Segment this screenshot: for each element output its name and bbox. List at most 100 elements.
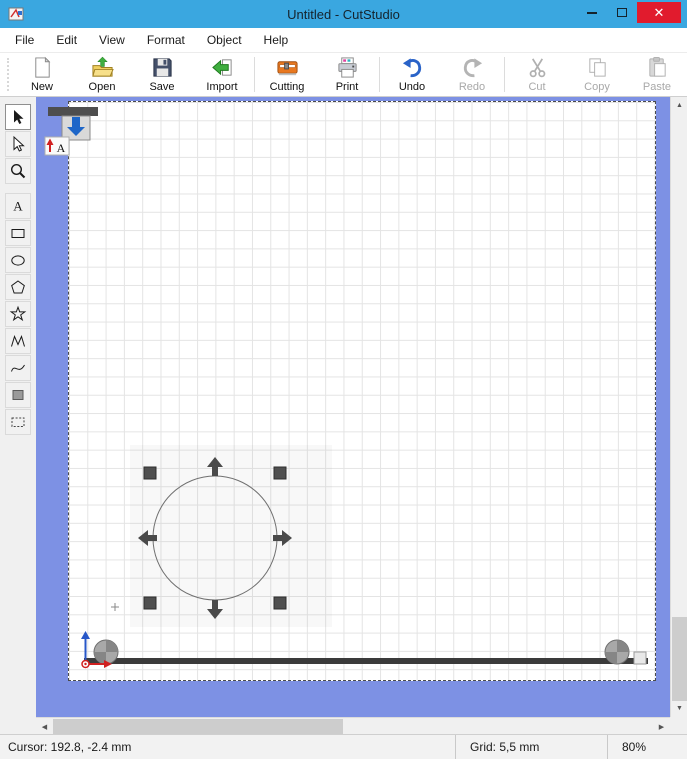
- edit-points-tool[interactable]: [5, 131, 31, 157]
- polyline-icon: [11, 335, 25, 347]
- open-button[interactable]: Open: [72, 53, 132, 96]
- grid-size-status: Grid: 5,5 mm: [455, 735, 607, 759]
- scroll-left-icon: ◀: [41, 723, 48, 731]
- copy-button-label: Copy: [584, 81, 610, 93]
- pinch-roller-left: [93, 639, 119, 665]
- selection-handle-top-left[interactable]: [143, 466, 157, 480]
- new-button[interactable]: New: [12, 53, 72, 96]
- cutting-button[interactable]: Cutting: [257, 53, 317, 96]
- scroll-down-button[interactable]: ▼: [671, 700, 687, 717]
- scroll-right-icon: ▶: [658, 723, 665, 731]
- menu-object[interactable]: Object: [196, 29, 253, 51]
- selected-circle-object[interactable]: [152, 475, 278, 601]
- cut-button-label: Cut: [528, 81, 546, 93]
- minimize-button[interactable]: [577, 2, 607, 23]
- open-folder-icon: [91, 56, 114, 77]
- origin-y-arrow-icon: [81, 631, 90, 639]
- tool-palette: A: [0, 97, 36, 734]
- save-button-label: Save: [149, 81, 175, 93]
- menu-file[interactable]: File: [4, 29, 45, 51]
- media-edge-bar: [84, 658, 648, 664]
- selection-handle-bottom-right[interactable]: [273, 596, 287, 610]
- toolbar-separator: [504, 57, 505, 92]
- selection-handle-left-arrow[interactable]: [138, 530, 157, 546]
- undo-button[interactable]: Undo: [382, 53, 442, 96]
- canvas-overlay: A: [44, 107, 648, 669]
- ellipse-tool[interactable]: [5, 247, 31, 273]
- canvas-area[interactable]: A: [36, 97, 670, 717]
- menu-edit[interactable]: Edit: [45, 29, 88, 51]
- load-marker-letter: A: [57, 141, 66, 155]
- open-button-label: Open: [88, 81, 116, 93]
- titlebar: Untitled - CutStudio ✕: [0, 0, 687, 28]
- save-button[interactable]: Save: [132, 53, 192, 96]
- star-icon: [9, 305, 27, 322]
- menu-view[interactable]: View: [88, 29, 136, 51]
- star-tool[interactable]: [5, 301, 31, 327]
- selection-handle-right-arrow[interactable]: [273, 530, 292, 546]
- window-controls: ✕: [577, 2, 681, 23]
- minimize-icon: [587, 11, 597, 14]
- magnifier-icon: [10, 163, 26, 179]
- selection-handle-top-arrow[interactable]: [207, 457, 223, 476]
- vertical-scrollbar-thumb[interactable]: [672, 617, 687, 701]
- paste-button[interactable]: Paste: [627, 53, 687, 96]
- selection-handle-bottom-left[interactable]: [143, 596, 157, 610]
- image-tool-icon: [12, 390, 24, 400]
- close-button[interactable]: ✕: [637, 2, 681, 23]
- media-edge-cap: [633, 651, 647, 665]
- import-icon: [211, 59, 232, 76]
- scroll-right-button[interactable]: ▶: [653, 718, 670, 735]
- load-direction-indicator: A: [44, 107, 98, 156]
- paste-clipboard-icon: [648, 56, 666, 77]
- rectangle-tool[interactable]: [5, 220, 31, 246]
- cutting-machine-icon: [276, 61, 298, 76]
- statusbar: Cursor: 192.8, -2.4 mm Grid: 5,5 mm 80%: [0, 734, 687, 759]
- pinch-roller-right: [604, 639, 630, 665]
- cursor-position-status: Cursor: 192.8, -2.4 mm: [8, 740, 132, 754]
- menubar: File Edit View Format Object Help: [0, 28, 687, 53]
- select-arrow-icon: [14, 110, 24, 124]
- toolbar-separator: [254, 57, 255, 92]
- image-tool[interactable]: [5, 382, 31, 408]
- save-floppy-icon: [152, 58, 172, 77]
- edit-points-arrow-icon: [13, 135, 25, 152]
- curve-tool[interactable]: [5, 355, 31, 381]
- cutting-button-label: Cutting: [269, 81, 305, 93]
- horizontal-scrollbar[interactable]: ◀ ▶: [36, 717, 670, 734]
- import-button[interactable]: Import: [192, 53, 252, 96]
- undo-icon: [402, 58, 421, 78]
- redo-icon: [463, 58, 482, 78]
- print-button[interactable]: Print: [317, 53, 377, 96]
- maximize-button[interactable]: [607, 2, 637, 23]
- cutstudio-window: Untitled - CutStudio ✕ File Edit View Fo…: [0, 0, 687, 759]
- cut-button[interactable]: Cut: [507, 53, 567, 96]
- text-tool[interactable]: A: [5, 193, 31, 219]
- menu-help[interactable]: Help: [253, 29, 300, 51]
- polygon-tool[interactable]: [5, 274, 31, 300]
- new-button-label: New: [30, 81, 53, 93]
- polyline-tool[interactable]: [5, 328, 31, 354]
- select-tool[interactable]: [5, 104, 31, 130]
- redo-button[interactable]: Redo: [442, 53, 502, 96]
- selection-handle-bottom-arrow[interactable]: [207, 600, 223, 619]
- zoom-tool[interactable]: [5, 158, 31, 184]
- copy-button[interactable]: Copy: [567, 53, 627, 96]
- menu-format[interactable]: Format: [136, 29, 196, 51]
- select-area-tool[interactable]: [5, 409, 31, 435]
- print-button-label: Print: [335, 81, 359, 93]
- selection-handle-top-right[interactable]: [273, 466, 287, 480]
- curve-icon: [11, 364, 25, 372]
- scroll-left-button[interactable]: ◀: [36, 718, 53, 735]
- vertical-scrollbar[interactable]: ▲ ▼: [670, 97, 687, 717]
- horizontal-scrollbar-thumb[interactable]: [53, 719, 343, 734]
- scroll-up-button[interactable]: ▲: [671, 97, 687, 114]
- redo-button-label: Redo: [458, 81, 486, 93]
- scroll-up-icon: ▲: [676, 102, 683, 109]
- print-icon: [337, 57, 357, 78]
- toolbar-grip: [7, 58, 9, 91]
- zoom-level-status: 80%: [607, 735, 687, 759]
- text-tool-icon: A: [13, 199, 23, 214]
- scroll-down-icon: ▼: [676, 705, 683, 712]
- new-document-icon: [34, 56, 50, 78]
